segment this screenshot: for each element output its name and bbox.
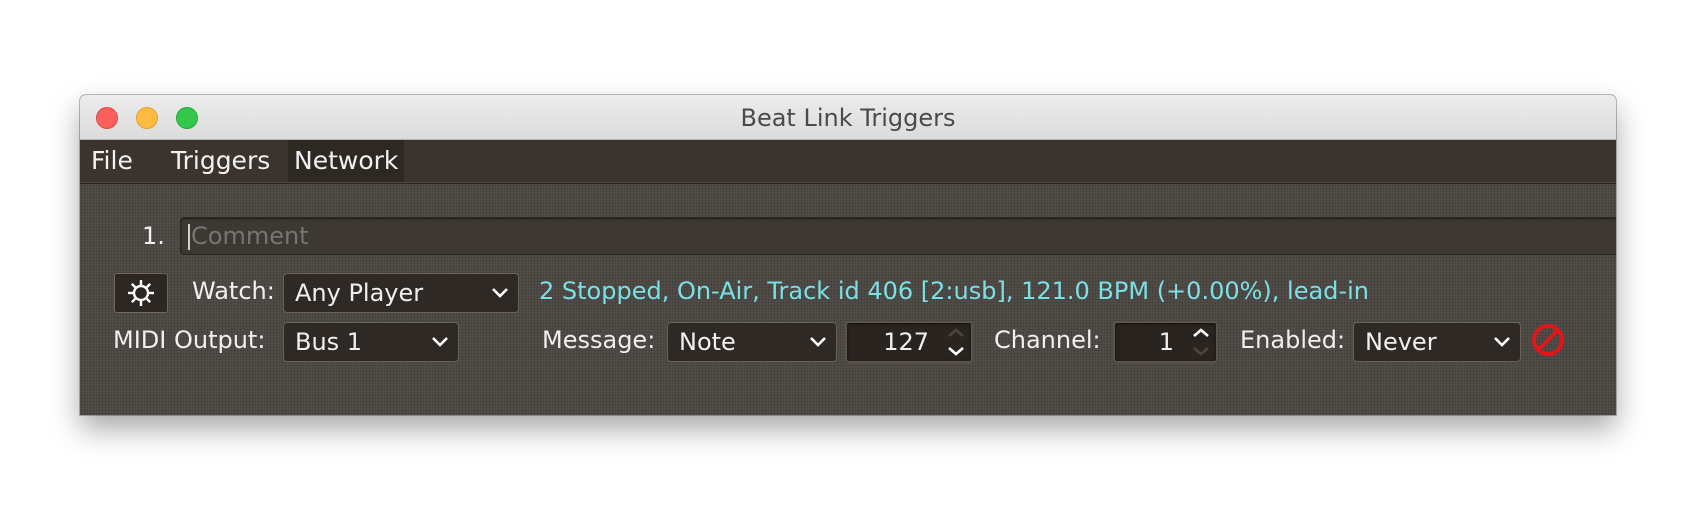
enabled-label: Enabled:	[1240, 326, 1346, 354]
channel-spinner[interactable]: 1	[1113, 321, 1218, 363]
menu-bar: File Triggers Network	[80, 140, 1616, 182]
text-caret	[188, 224, 190, 250]
channel-label: Channel:	[994, 326, 1101, 354]
note-spinner[interactable]: 127	[845, 321, 973, 363]
midi-output-dropdown[interactable]: Bus 1	[283, 322, 459, 362]
title-bar: Beat Link Triggers	[80, 95, 1616, 140]
watch-label: Watch:	[192, 277, 275, 305]
trigger-index: 1.	[142, 222, 165, 250]
app-window: Beat Link Triggers File Triggers Network…	[80, 95, 1616, 415]
trigger-menu-button[interactable]	[114, 273, 168, 313]
message-dropdown[interactable]: Note	[667, 322, 837, 362]
menu-network[interactable]: Network	[288, 140, 405, 182]
enabled-dropdown[interactable]: Never	[1353, 322, 1521, 362]
message-value: Note	[679, 328, 736, 356]
chevron-down-icon	[492, 288, 508, 298]
midi-output-value: Bus 1	[295, 328, 363, 356]
comment-field[interactable]	[180, 217, 1616, 255]
chevron-down-icon	[810, 337, 826, 347]
gear-icon	[128, 280, 154, 306]
player-status: 2 Stopped, On-Air, Track id 406 [2:usb],…	[539, 277, 1369, 305]
message-label: Message:	[542, 326, 656, 354]
spinner-arrows-icon[interactable]	[1190, 325, 1212, 359]
channel-value: 1	[1158, 328, 1174, 356]
watch-dropdown[interactable]: Any Player	[283, 273, 519, 313]
chevron-down-icon	[432, 337, 448, 347]
trigger-panel: 1. Watch: Any Player	[80, 183, 1616, 415]
chevron-down-icon	[1494, 337, 1510, 347]
menu-triggers[interactable]: Triggers	[165, 140, 276, 182]
spinner-arrows-icon[interactable]	[945, 325, 967, 359]
note-value: 127	[883, 328, 929, 356]
enabled-value: Never	[1365, 328, 1437, 356]
watch-value: Any Player	[295, 279, 424, 307]
window-title: Beat Link Triggers	[740, 104, 956, 132]
menu-file[interactable]: File	[85, 140, 139, 182]
disabled-icon	[1532, 324, 1564, 356]
midi-output-label: MIDI Output:	[113, 326, 266, 354]
